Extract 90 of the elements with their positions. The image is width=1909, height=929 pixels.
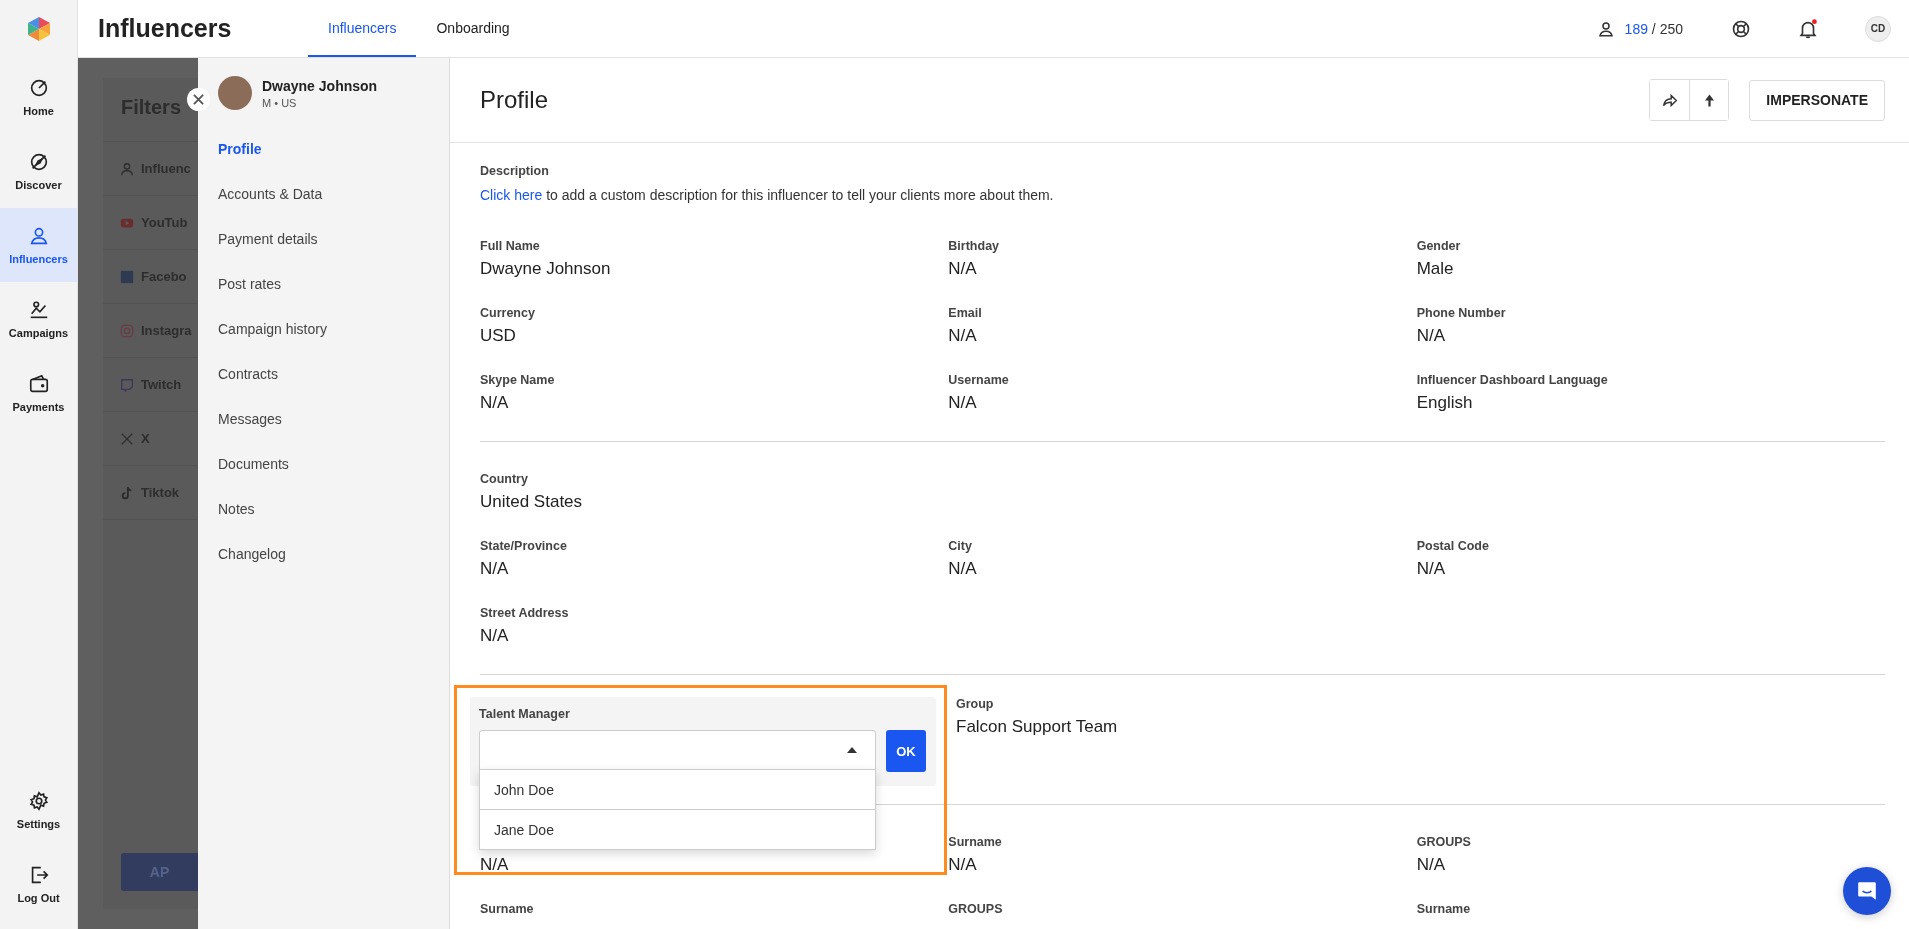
drawer-menu-item[interactable]: Campaign history	[218, 320, 449, 365]
influencer-meta: M • US	[262, 96, 298, 109]
field-value: N/A	[948, 559, 977, 579]
dropdown-option[interactable]: Jane Doe	[480, 809, 875, 849]
ok-button[interactable]: OK	[886, 730, 926, 772]
field-label: GROUPS	[948, 902, 1003, 917]
dropdown-option[interactable]: John Doe	[480, 770, 875, 809]
nav-item[interactable]: Log Out	[0, 847, 77, 921]
field-value: N/A	[480, 559, 509, 579]
drawer-menu-item[interactable]: Messages	[218, 410, 449, 455]
field-value: N/A	[480, 855, 509, 875]
field-label: Phone Number	[1416, 306, 1506, 321]
drawer-menu-item[interactable]: Profile	[218, 140, 449, 185]
drawer-menu-item[interactable]: Notes	[218, 500, 449, 545]
person-icon	[120, 161, 134, 176]
field-label: Surname	[1416, 902, 1471, 917]
field-value: N/A	[948, 855, 977, 875]
nav-item[interactable]: Home	[0, 60, 77, 134]
lifebuoy-icon[interactable]	[1731, 18, 1751, 39]
field-label: State/Province	[480, 539, 567, 554]
field-value: N/A	[948, 259, 977, 279]
x-icon	[120, 431, 134, 446]
nav-item[interactable]: Discover	[0, 134, 77, 208]
field-label: Skype Name	[480, 373, 555, 388]
field-label: City	[948, 539, 972, 554]
close-button[interactable]	[187, 88, 210, 111]
field-value: English	[1416, 393, 1473, 413]
field-value: N/A	[480, 393, 509, 413]
chat-icon	[120, 377, 134, 392]
field-label: Surname	[948, 835, 1002, 850]
drawer-menu-item[interactable]: Accounts & Data	[218, 185, 449, 230]
square-icon	[120, 269, 134, 284]
field-label: Username	[948, 373, 1009, 388]
nav-item[interactable]: Influencers	[0, 208, 77, 282]
field-label: Country	[480, 472, 528, 487]
bell-icon[interactable]	[1797, 17, 1819, 40]
impersonate-button[interactable]: IMPERSONATE	[1749, 79, 1885, 121]
field-label: Postal Code	[1416, 539, 1489, 554]
nav-item[interactable]: Settings	[0, 773, 77, 847]
chat-button[interactable]	[1843, 867, 1891, 915]
field-label: Talent Manager	[479, 707, 571, 722]
wallet-icon	[27, 373, 50, 395]
field-label: Birthday	[948, 239, 1000, 254]
field-label: Surname	[480, 902, 534, 917]
drawer-menu-item[interactable]: Documents	[218, 455, 449, 500]
field-label: Street Address	[480, 606, 569, 621]
field-label: Email	[948, 306, 982, 321]
nav-item[interactable]: Payments	[0, 356, 77, 430]
share-arrow-icon	[1661, 91, 1679, 109]
tab[interactable]: Onboarding	[416, 0, 530, 57]
field-value: N/A	[480, 626, 509, 646]
field-value: N/A	[1416, 559, 1445, 579]
description-text: Click here to add a custom description for this influencer to tell your clients more about them.	[480, 187, 1055, 203]
drawer-menu-item[interactable]: Payment details	[218, 230, 449, 275]
field-value: N/A	[1416, 855, 1445, 875]
field-value: N/A	[1416, 326, 1445, 346]
hexagon-logo-icon	[26, 16, 51, 42]
caret-icon	[847, 747, 857, 753]
field-label: Gender	[1416, 239, 1461, 254]
field-value: N/A	[948, 393, 977, 413]
field-value: United States	[480, 492, 583, 512]
profile-title: Profile	[480, 86, 549, 114]
person-icon	[1596, 19, 1615, 38]
influencer-name: Dwayne Johnson	[262, 77, 378, 94]
drawer-menu-item[interactable]: Post rates	[218, 275, 449, 320]
usage-count: 189 / 250	[1624, 20, 1683, 37]
page-title: Influencers	[98, 14, 233, 43]
field-value: Falcon Support Team	[956, 717, 1118, 737]
field-value: USD	[480, 326, 516, 346]
chat-icon	[1856, 880, 1878, 902]
field-value: N/A	[948, 326, 977, 346]
field-value: Male	[1416, 259, 1454, 279]
drawer-menu-item[interactable]: Contracts	[218, 365, 449, 410]
field-label: Influencer Dashboard Language	[1416, 373, 1608, 388]
camera-icon	[120, 323, 134, 338]
field-label: Currency	[480, 306, 535, 321]
note-icon	[120, 485, 134, 500]
upload-button[interactable]	[1689, 80, 1729, 120]
drawer-menu-item[interactable]: Changelog	[218, 545, 449, 590]
field-value: Dwayne Johnson	[480, 259, 611, 279]
field-label: Group	[956, 697, 994, 712]
add-description-link[interactable]: Click here	[480, 187, 543, 203]
photo-placeholder	[218, 76, 252, 110]
close-icon	[193, 94, 204, 105]
user-avatar[interactable]: CD	[1865, 15, 1891, 42]
field-label: Full Name	[480, 239, 540, 254]
field-label: GROUPS	[1416, 835, 1471, 850]
nav-item[interactable]: Campaigns	[0, 282, 77, 356]
settings-icon	[27, 790, 50, 812]
field-label: Description	[480, 164, 550, 179]
